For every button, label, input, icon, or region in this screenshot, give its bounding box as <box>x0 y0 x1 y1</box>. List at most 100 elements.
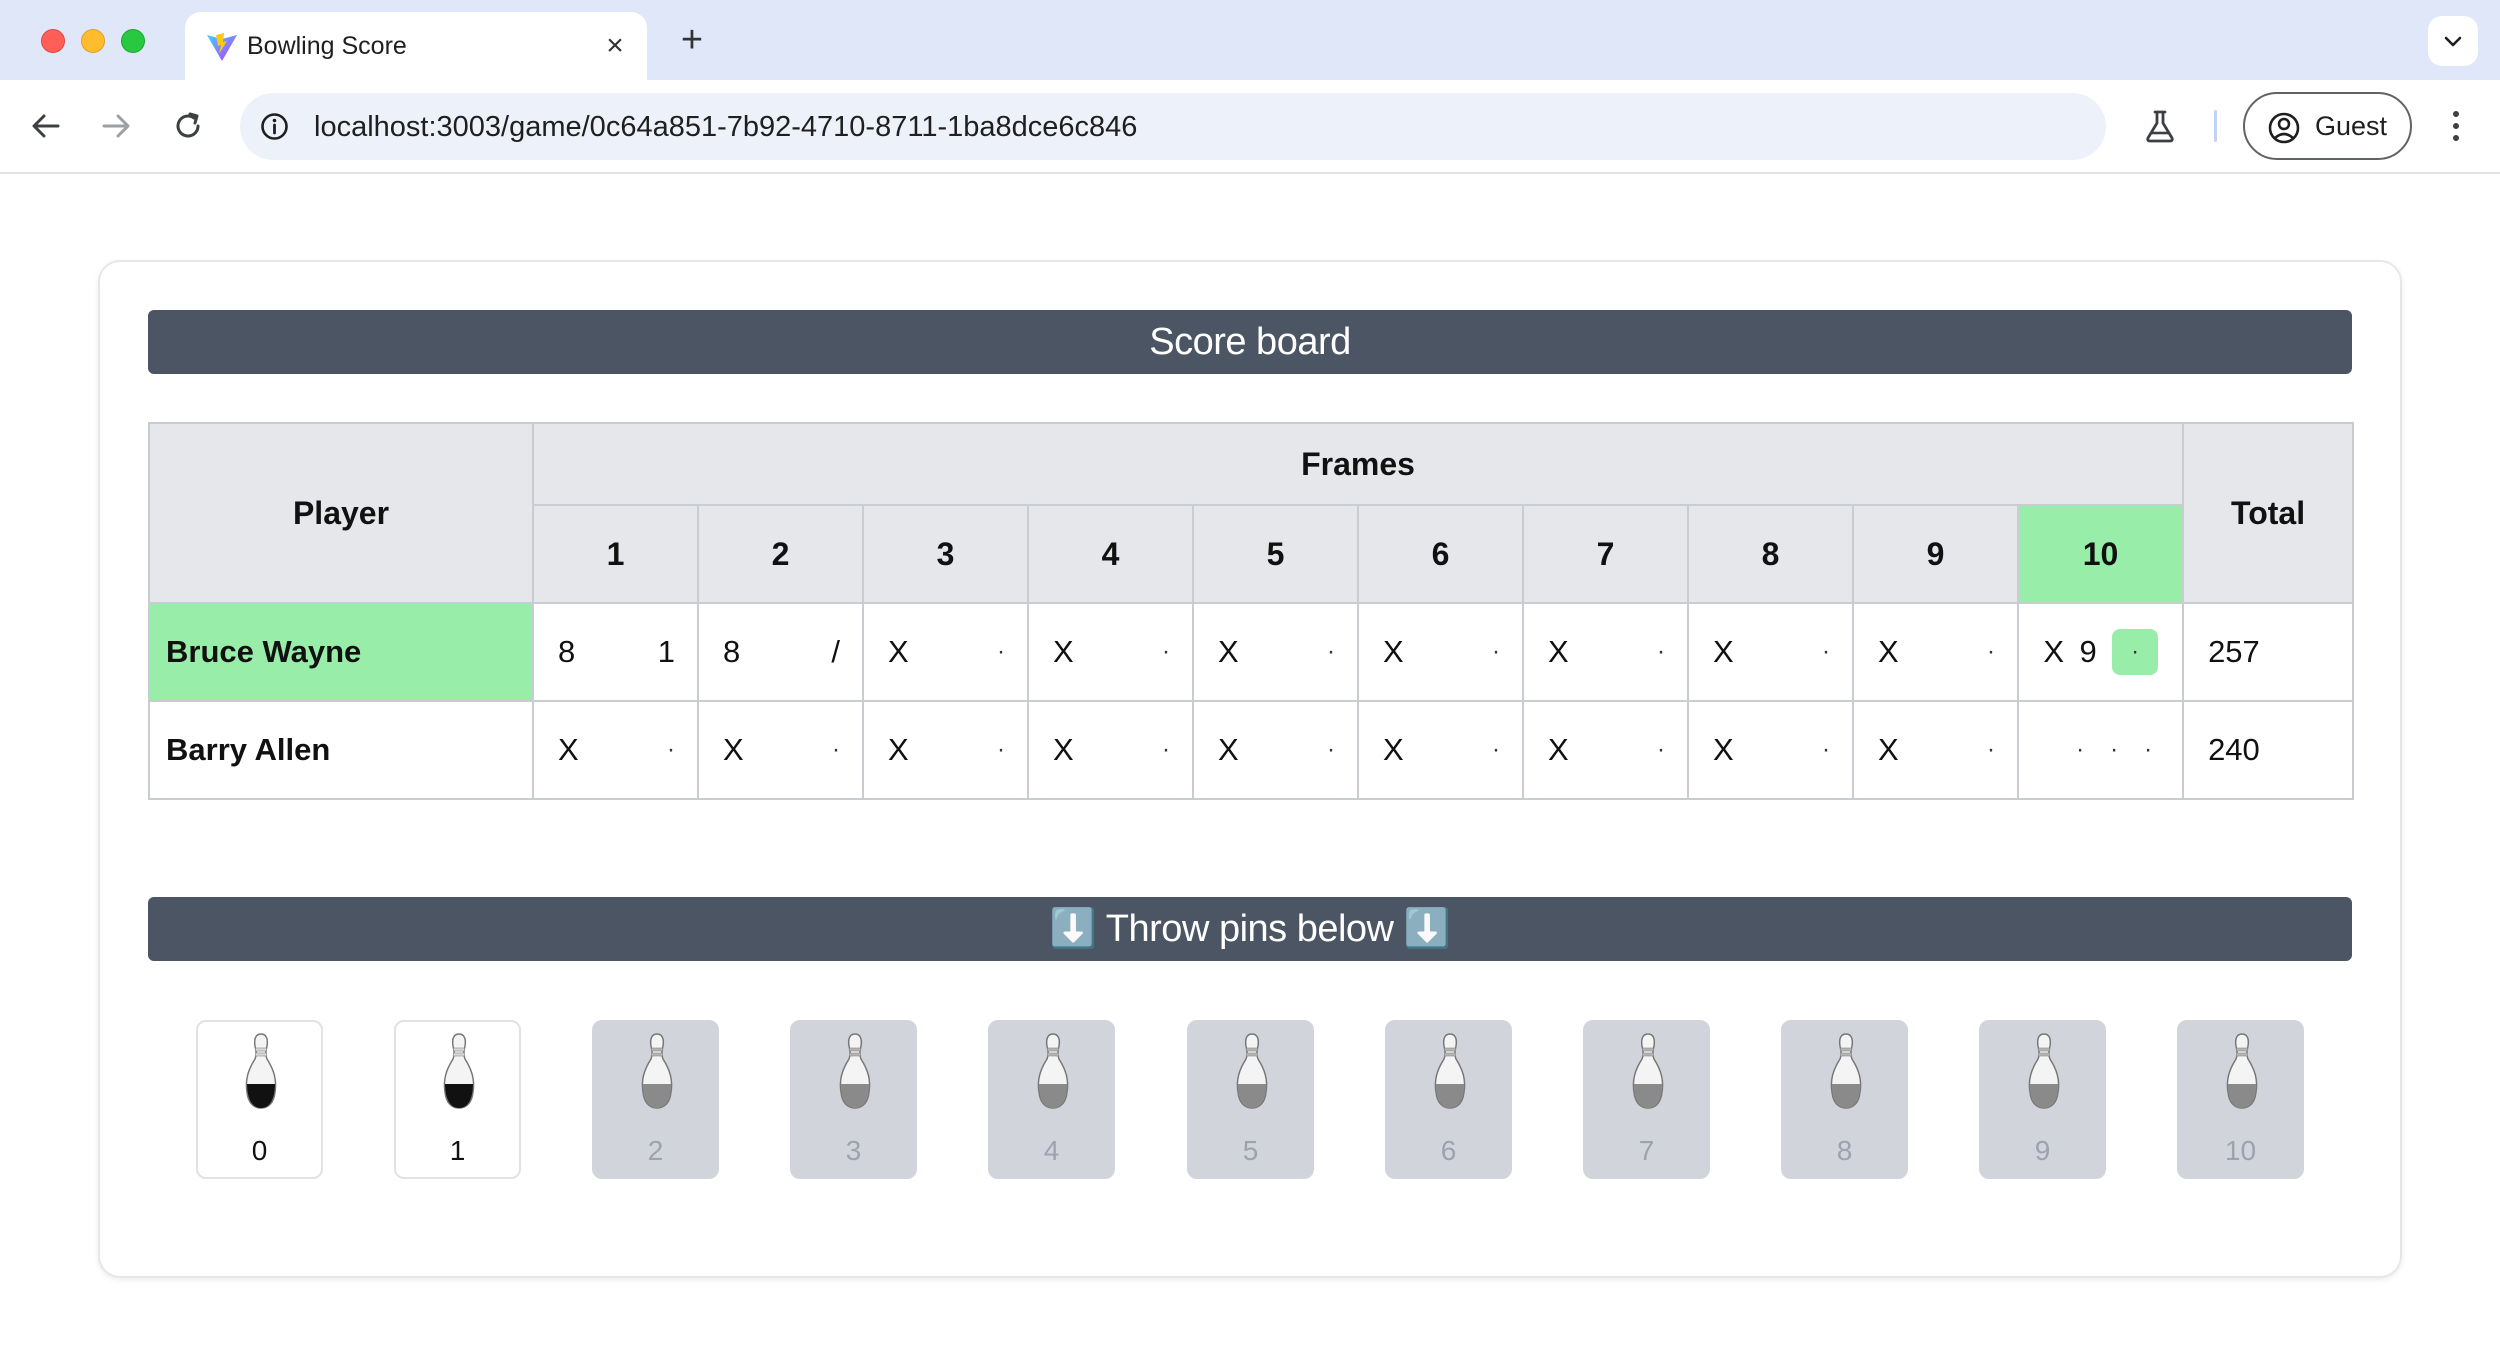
reload-icon <box>176 112 200 138</box>
tab-title: Bowling Score <box>247 32 407 60</box>
second-roll: · <box>1987 638 1995 665</box>
first-roll: 8 <box>558 634 576 669</box>
arrow-left-icon <box>32 114 60 138</box>
throw-pins-title: ⬇️ Throw pins below ⬇️ <box>148 897 2352 961</box>
second-roll: · <box>997 736 1005 763</box>
bowling-pin-icon <box>641 1033 673 1109</box>
window-zoom-button[interactable] <box>121 29 145 53</box>
pin-count-label: 9 <box>2034 1135 2051 1166</box>
profile-button[interactable]: Guest <box>2243 92 2412 160</box>
browser-tab-bar: Bowling Score × + <box>0 0 2500 80</box>
pin-button-10[interactable]: 10 <box>2177 1020 2304 1179</box>
frame-header-8: 8 <box>1687 504 1854 604</box>
pin-button-1[interactable]: 1 <box>394 1020 521 1179</box>
pin-button-4[interactable]: 4 <box>988 1020 1115 1179</box>
second-roll: · <box>1327 736 1335 763</box>
bowling-pin-icon <box>2028 1033 2060 1109</box>
window-close-button[interactable] <box>41 29 65 53</box>
first-roll: X <box>558 732 579 767</box>
second-roll: · <box>1987 736 1995 763</box>
url-text: localhost:3003/game/0c64a851-7b92-4710-8… <box>314 111 1138 143</box>
account-circle-icon <box>2268 112 2300 144</box>
frame-cell: X · <box>1522 700 1689 800</box>
pin-button-5[interactable]: 5 <box>1187 1020 1314 1179</box>
vite-favicon-icon <box>207 33 237 61</box>
back-button[interactable] <box>24 104 68 148</box>
second-roll: / <box>831 634 840 669</box>
window-minimize-button[interactable] <box>81 29 105 53</box>
frame-header-1: 1 <box>532 504 699 604</box>
pin-count-label: 7 <box>1638 1135 1655 1166</box>
first-roll: X <box>888 732 909 767</box>
bowling-pin-icon <box>1037 1033 1069 1109</box>
tab-search-button[interactable] <box>2428 16 2478 66</box>
frame-header-9: 9 <box>1852 504 2019 604</box>
frame-cell: X · <box>1852 700 2019 800</box>
first-roll: X <box>1878 732 1899 767</box>
browser-tab[interactable]: Bowling Score × <box>185 12 647 80</box>
first-roll: X <box>888 634 909 669</box>
pin-count-label: 2 <box>647 1135 664 1166</box>
current-roll-slot: · <box>2112 629 2159 675</box>
first-roll: X <box>1218 732 1239 767</box>
pin-count-label: 1 <box>449 1135 466 1166</box>
second-roll: 1 <box>657 634 675 669</box>
bowling-pin-icon <box>2226 1033 2258 1109</box>
more-menu-icon[interactable] <box>2436 104 2476 148</box>
forward-button[interactable] <box>94 104 138 148</box>
frame-cell: X · <box>697 700 864 800</box>
second-roll: · <box>1492 638 1500 665</box>
labs-flask-icon[interactable] <box>2138 104 2182 148</box>
frame-header-10: 10 <box>2016 504 2185 604</box>
pin-count-label: 8 <box>1836 1135 1853 1166</box>
pin-button-3[interactable]: 3 <box>790 1020 917 1179</box>
bowling-pin-icon <box>245 1033 277 1109</box>
player-total: 240 <box>2182 700 2355 800</box>
arrow-right-icon <box>102 114 130 138</box>
second-roll: · <box>1822 638 1830 665</box>
first-roll: X <box>1548 732 1569 767</box>
frame-cell: X · <box>1027 700 1194 800</box>
frame-header-5: 5 <box>1192 504 1359 604</box>
pin-button-8[interactable]: 8 <box>1781 1020 1908 1179</box>
address-bar[interactable]: localhost:3003/game/0c64a851-7b92-4710-8… <box>240 93 2106 160</box>
frame-cell: X · <box>1687 602 1854 702</box>
reload-button[interactable] <box>166 104 210 148</box>
pin-button-6[interactable]: 6 <box>1385 1020 1512 1179</box>
new-tab-button[interactable]: + <box>670 18 714 62</box>
pin-count-label: 10 <box>2224 1135 2257 1166</box>
tab-close-icon[interactable]: × <box>597 28 633 64</box>
second-roll: · <box>1657 736 1665 763</box>
player-column-header: Player <box>148 422 534 604</box>
frame-header-7: 7 <box>1522 504 1689 604</box>
pin-button-9[interactable]: 9 <box>1979 1020 2106 1179</box>
first-roll: X <box>1383 634 1404 669</box>
pin-button-0[interactable]: 0 <box>196 1020 323 1179</box>
pin-count-label: 5 <box>1242 1135 1259 1166</box>
bowling-pin-icon <box>1236 1033 1268 1109</box>
frame-cell: 8/ <box>697 602 864 702</box>
frame-cell: X · <box>1027 602 1194 702</box>
first-roll: X <box>1383 732 1404 767</box>
chevron-down-icon <box>2444 36 2462 47</box>
second-roll: · <box>1162 638 1170 665</box>
player-name: Bruce Wayne <box>148 602 534 702</box>
tenth-roll-1: · <box>2076 736 2085 763</box>
player-name: Barry Allen <box>148 700 534 800</box>
pin-button-2[interactable]: 2 <box>592 1020 719 1179</box>
tenth-frame-cell: · · · <box>2016 700 2185 800</box>
player-row: Bruce Wayne 8 1 8/X · X · X · X · X · X · X · X 9 · 257 <box>148 602 2355 702</box>
first-roll: X <box>1878 634 1899 669</box>
first-roll: X <box>1053 732 1074 767</box>
frame-cell: X · <box>1522 602 1689 702</box>
site-info-icon[interactable] <box>258 110 291 143</box>
tenth-roll-3: · <box>2144 736 2153 763</box>
bowling-pin-icon <box>1434 1033 1466 1109</box>
tenth-frame-cell: X 9 · <box>2016 602 2185 702</box>
second-roll: · <box>1822 736 1830 763</box>
pin-button-7[interactable]: 7 <box>1583 1020 1710 1179</box>
pin-count-label: 6 <box>1440 1135 1457 1166</box>
first-roll: X <box>1053 634 1074 669</box>
total-column-header: Total <box>2182 422 2355 604</box>
frame-cell: X · <box>1357 602 1524 702</box>
